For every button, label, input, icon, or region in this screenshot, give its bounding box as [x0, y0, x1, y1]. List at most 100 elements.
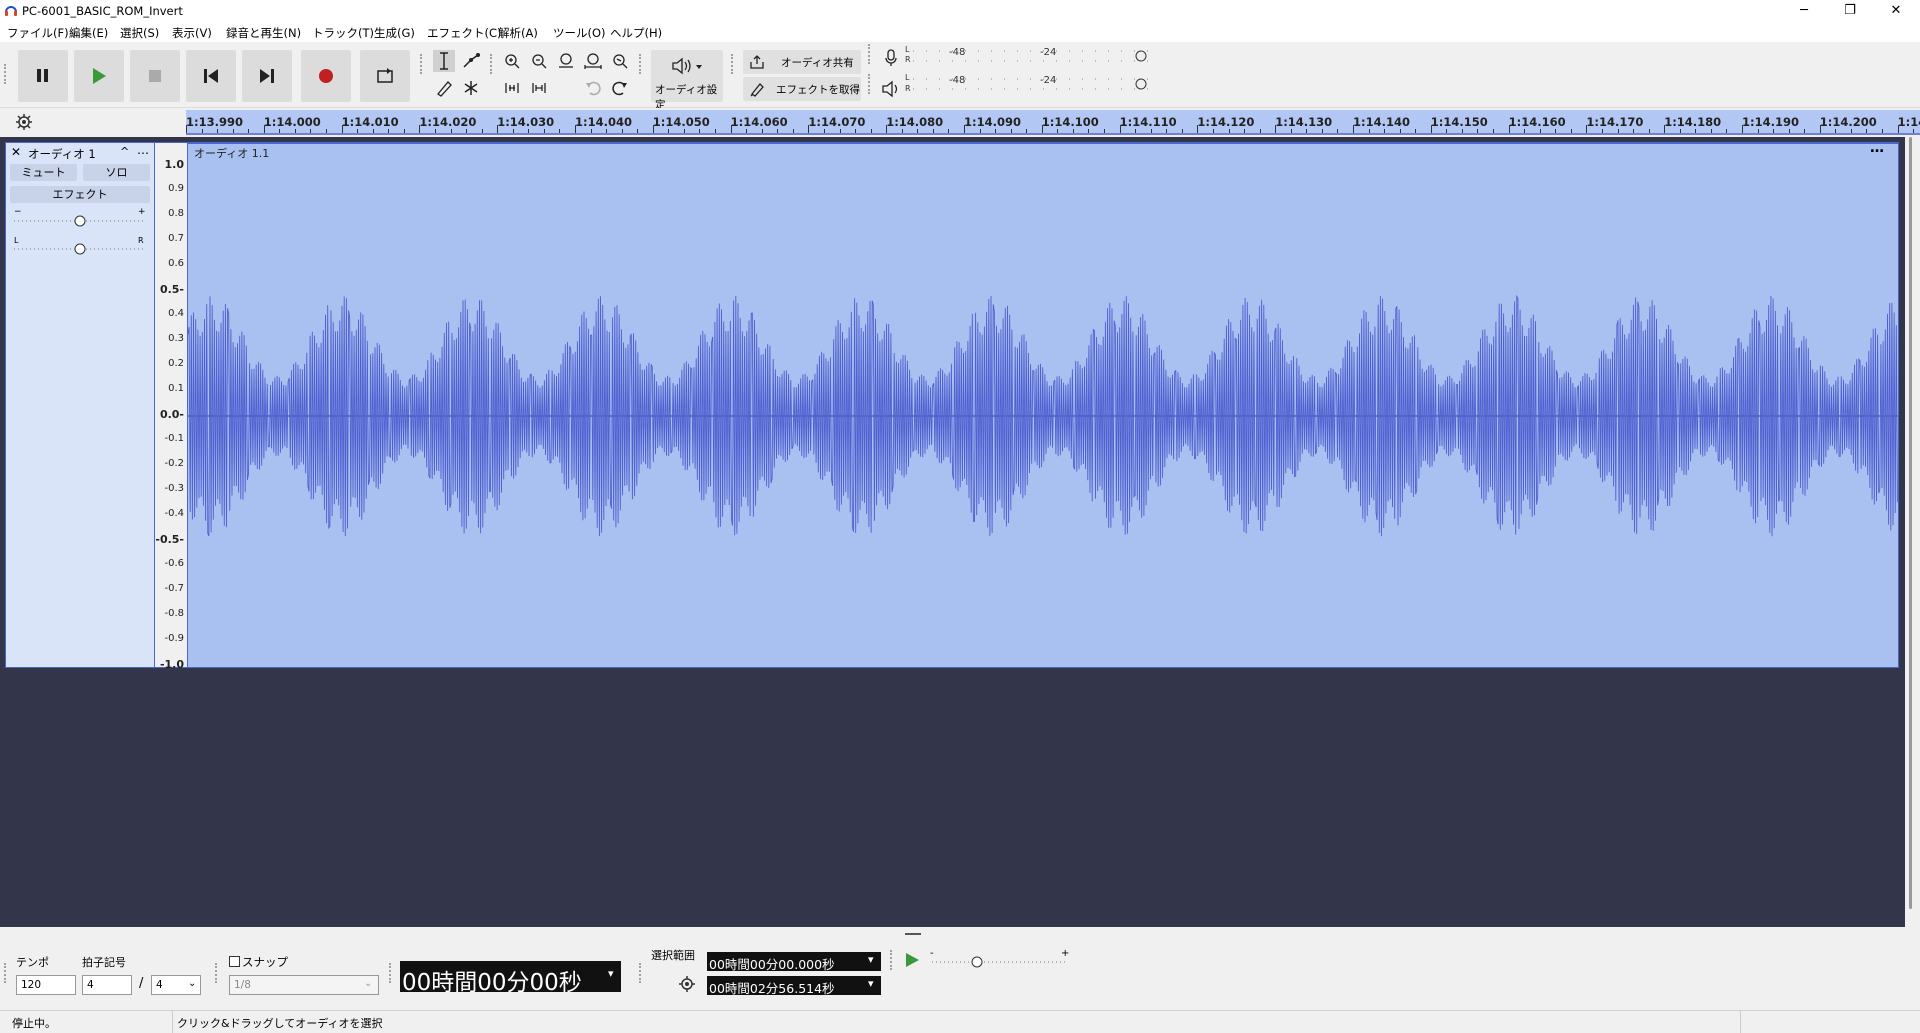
loop-button[interactable]: [360, 50, 410, 102]
envelope-tool[interactable]: [460, 50, 482, 72]
ruler-tick: [1259, 129, 1261, 133]
record-button[interactable]: [301, 50, 351, 102]
ruler-tick: [310, 129, 312, 133]
clip-menu-icon[interactable]: …: [1870, 140, 1884, 156]
timeline-ruler[interactable]: 1:13.990 1:14.000 1:14.010 1:14.020 1:14.030…: [186, 110, 1920, 135]
amplitude-scale-label: 0.8: [168, 208, 184, 219]
ruler-tick: [652, 125, 654, 133]
play-at-speed-icon[interactable]: [902, 950, 922, 970]
toolbar-grip[interactable]: [490, 54, 494, 74]
draw-tool[interactable]: [433, 77, 455, 99]
maximize-button[interactable]: ❐: [1827, 0, 1873, 22]
undo-button[interactable]: [582, 77, 604, 99]
vertical-scrollbar[interactable]: [1906, 137, 1920, 927]
toolbar-grip[interactable]: [215, 963, 219, 983]
chevron-down-icon[interactable]: ⌄: [188, 978, 196, 989]
toolbar-grip[interactable]: [4, 963, 8, 983]
selection-end-display[interactable]: 00時間02分56.514秒 ▾: [707, 976, 881, 996]
ruler-tick: [1835, 129, 1837, 133]
resize-handle[interactable]: [905, 933, 921, 935]
playback-meter-button[interactable]: [880, 78, 902, 100]
menu-effect[interactable]: エフェクト(C): [427, 25, 502, 41]
gain-slider[interactable]: [14, 213, 146, 229]
waveform-clip[interactable]: オーディオ 1.1 …: [187, 140, 1899, 668]
silence-button[interactable]: [528, 77, 550, 99]
menu-select[interactable]: 選択(S): [120, 25, 159, 41]
menu-view[interactable]: 表示(V): [172, 25, 212, 41]
timeline-settings-icon[interactable]: [15, 113, 33, 131]
toolbar-grip[interactable]: [639, 54, 643, 74]
zoom-in-button[interactable]: [501, 50, 523, 72]
multi-tool[interactable]: [460, 77, 482, 99]
chevron-down-icon[interactable]: ▾: [608, 967, 614, 980]
solo-button[interactable]: ソロ: [83, 164, 150, 181]
toolbar-grip[interactable]: [420, 54, 424, 74]
toolbar-grip[interactable]: [389, 963, 393, 983]
ruler-tick: [1633, 129, 1635, 133]
menu-transport[interactable]: 録音と再生(N): [226, 25, 301, 41]
skip-to-end-button[interactable]: [242, 50, 292, 102]
chevron-down-icon[interactable]: ▾: [868, 953, 874, 966]
chevron-down-icon[interactable]: ⌄: [364, 978, 372, 989]
track-menu-icon[interactable]: …: [137, 143, 149, 157]
pan-slider[interactable]: [14, 241, 146, 257]
close-track-icon[interactable]: ✕: [11, 145, 21, 159]
selection-tool[interactable]: [433, 50, 455, 72]
time-signature-numerator[interactable]: 4: [82, 975, 132, 995]
time-signature-label: 拍子記号: [82, 956, 126, 969]
effects-button[interactable]: エフェクト: [10, 186, 150, 203]
mute-button[interactable]: ミュート: [10, 164, 77, 181]
stop-button[interactable]: [130, 50, 180, 102]
clip-name[interactable]: オーディオ 1.1: [194, 145, 269, 161]
menu-tools[interactable]: ツール(O): [553, 25, 606, 41]
title-bar: PC-6001_BASIC_ROM_Invert ─ ❐ ✕: [0, 0, 1920, 22]
record-meter-button[interactable]: [880, 47, 902, 69]
menu-help[interactable]: ヘルプ(H): [610, 25, 662, 41]
menu-file[interactable]: ファイル(F): [7, 25, 69, 41]
ruler-tick: [932, 129, 934, 133]
time-display[interactable]: 00時間00分00秒 ▾: [400, 961, 621, 996]
toolbar-grip[interactable]: [868, 44, 872, 64]
playback-speed-slider[interactable]: [932, 954, 1068, 970]
zoom-toggle-button[interactable]: [609, 50, 631, 72]
toolbar-grip[interactable]: [868, 74, 872, 94]
vertical-amplitude-scale[interactable]: 1.0 0.9 0.8 0.7 0.6 0.5- 0.4 0.3 0.2 0.1 0.0- -0.1 -…: [155, 142, 187, 671]
waveform[interactable]: [188, 164, 1898, 668]
minimize-button[interactable]: ─: [1781, 0, 1827, 22]
ruler-tick: [1508, 125, 1510, 133]
vertical-scroll-thumb[interactable]: [1909, 137, 1912, 909]
toolbar-grip[interactable]: [4, 64, 8, 84]
toolbar-grip[interactable]: [731, 54, 735, 74]
toolbar-grip[interactable]: [890, 950, 894, 970]
menu-edit[interactable]: 編集(E): [69, 25, 108, 41]
menu-generate[interactable]: 生成(G): [374, 25, 415, 41]
get-effects-button[interactable]: エフェクトを取得: [743, 77, 861, 101]
tracks-area[interactable]: ✕ オーディオ 1 ^ … ミュート ソロ エフェクト − + L R 1.0 0…: [0, 137, 1905, 927]
selection-settings-icon[interactable]: [678, 975, 696, 993]
pause-button[interactable]: [18, 50, 68, 102]
ruler-tick: [1275, 125, 1277, 133]
snap-checkbox[interactable]: [229, 956, 240, 967]
close-button[interactable]: ✕: [1873, 0, 1919, 22]
skip-to-start-button[interactable]: [186, 50, 236, 102]
selection-start-display[interactable]: 00時間00分00.000秒 ▾: [707, 952, 881, 972]
menu-tracks[interactable]: トラック(T): [312, 25, 374, 41]
track-name[interactable]: オーディオ 1: [28, 146, 96, 162]
toolbar-grip[interactable]: [639, 963, 643, 983]
share-audio-button[interactable]: オーディオ共有: [743, 50, 861, 74]
ruler-tick-label: 1:14.110: [1119, 115, 1177, 129]
audio-setup-button[interactable]: オーディオ設定: [651, 50, 723, 111]
play-button[interactable]: [74, 50, 124, 102]
chevron-down-icon[interactable]: ▾: [868, 977, 874, 990]
trim-button[interactable]: [501, 77, 523, 99]
tempo-label: テンポ: [16, 956, 49, 969]
fit-project-button[interactable]: [582, 50, 604, 72]
collapse-track-icon[interactable]: ^: [120, 145, 129, 158]
fit-selection-button[interactable]: [555, 50, 577, 72]
menu-analyze[interactable]: 解析(A): [498, 25, 538, 41]
redo-button[interactable]: [609, 77, 631, 99]
snap-select[interactable]: 1/8: [229, 975, 379, 995]
ruler-tick: [730, 125, 732, 133]
zoom-out-button[interactable]: [528, 50, 550, 72]
tempo-input[interactable]: 120: [16, 975, 76, 995]
